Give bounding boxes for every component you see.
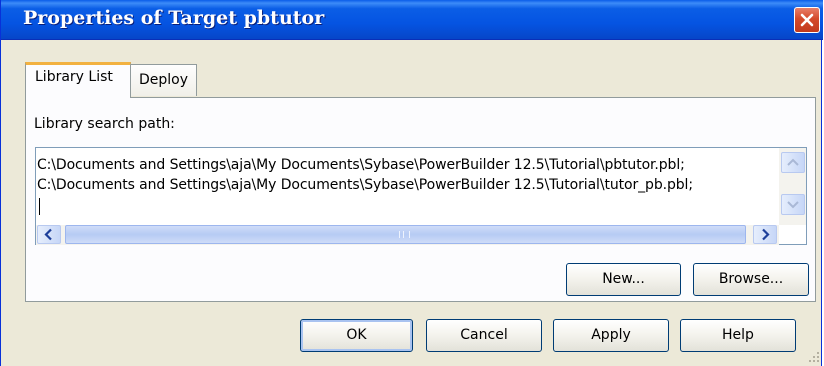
scroll-up-button[interactable] — [781, 152, 805, 173]
scroll-thumb-grip — [399, 231, 410, 238]
close-button[interactable] — [794, 7, 820, 33]
browse-button[interactable]: Browse... — [693, 263, 809, 296]
text-caret — [39, 198, 40, 215]
tab-library-list[interactable]: Library List — [25, 62, 131, 98]
window-title: Properties of Target pbtutor — [23, 7, 325, 29]
scroll-left-arrow-icon — [44, 228, 52, 241]
scroll-left-button[interactable] — [37, 225, 61, 244]
ok-button[interactable]: OK — [300, 319, 413, 352]
tab-library-list-label: Library List — [35, 69, 113, 85]
scroll-right-arrow-icon — [762, 228, 770, 241]
properties-dialog: Properties of Target pbtutor Library Lis… — [0, 0, 823, 366]
browse-button-label: Browse... — [718, 271, 784, 287]
tab-deploy-label: Deploy — [139, 72, 189, 88]
library-search-path-label: Library search path: — [34, 116, 175, 132]
apply-button-label: Apply — [591, 327, 631, 343]
help-button-label: Help — [722, 327, 754, 343]
help-button[interactable]: Help — [680, 319, 796, 352]
library-path-line[interactable]: C:\Documents and Settings\aja\My Documen… — [37, 157, 685, 173]
cancel-button[interactable]: Cancel — [426, 319, 542, 352]
close-icon — [800, 13, 814, 27]
apply-button[interactable]: Apply — [553, 319, 669, 352]
new-library-button-label: New... — [602, 271, 645, 287]
library-path-line[interactable]: C:\Documents and Settings\aja\My Documen… — [37, 177, 693, 193]
scroll-up-arrow-icon — [787, 158, 799, 166]
cancel-button-label: Cancel — [460, 327, 508, 343]
scroll-down-button[interactable] — [781, 194, 805, 215]
scroll-right-button[interactable] — [753, 225, 777, 244]
ok-button-label: OK — [346, 327, 367, 343]
new-library-button[interactable]: New... — [566, 263, 681, 296]
title-bar[interactable]: Properties of Target pbtutor — [1, 0, 823, 40]
resize-grip-icon[interactable] — [807, 350, 821, 364]
scroll-down-arrow-icon — [787, 201, 799, 209]
tab-deploy[interactable]: Deploy — [130, 64, 197, 96]
